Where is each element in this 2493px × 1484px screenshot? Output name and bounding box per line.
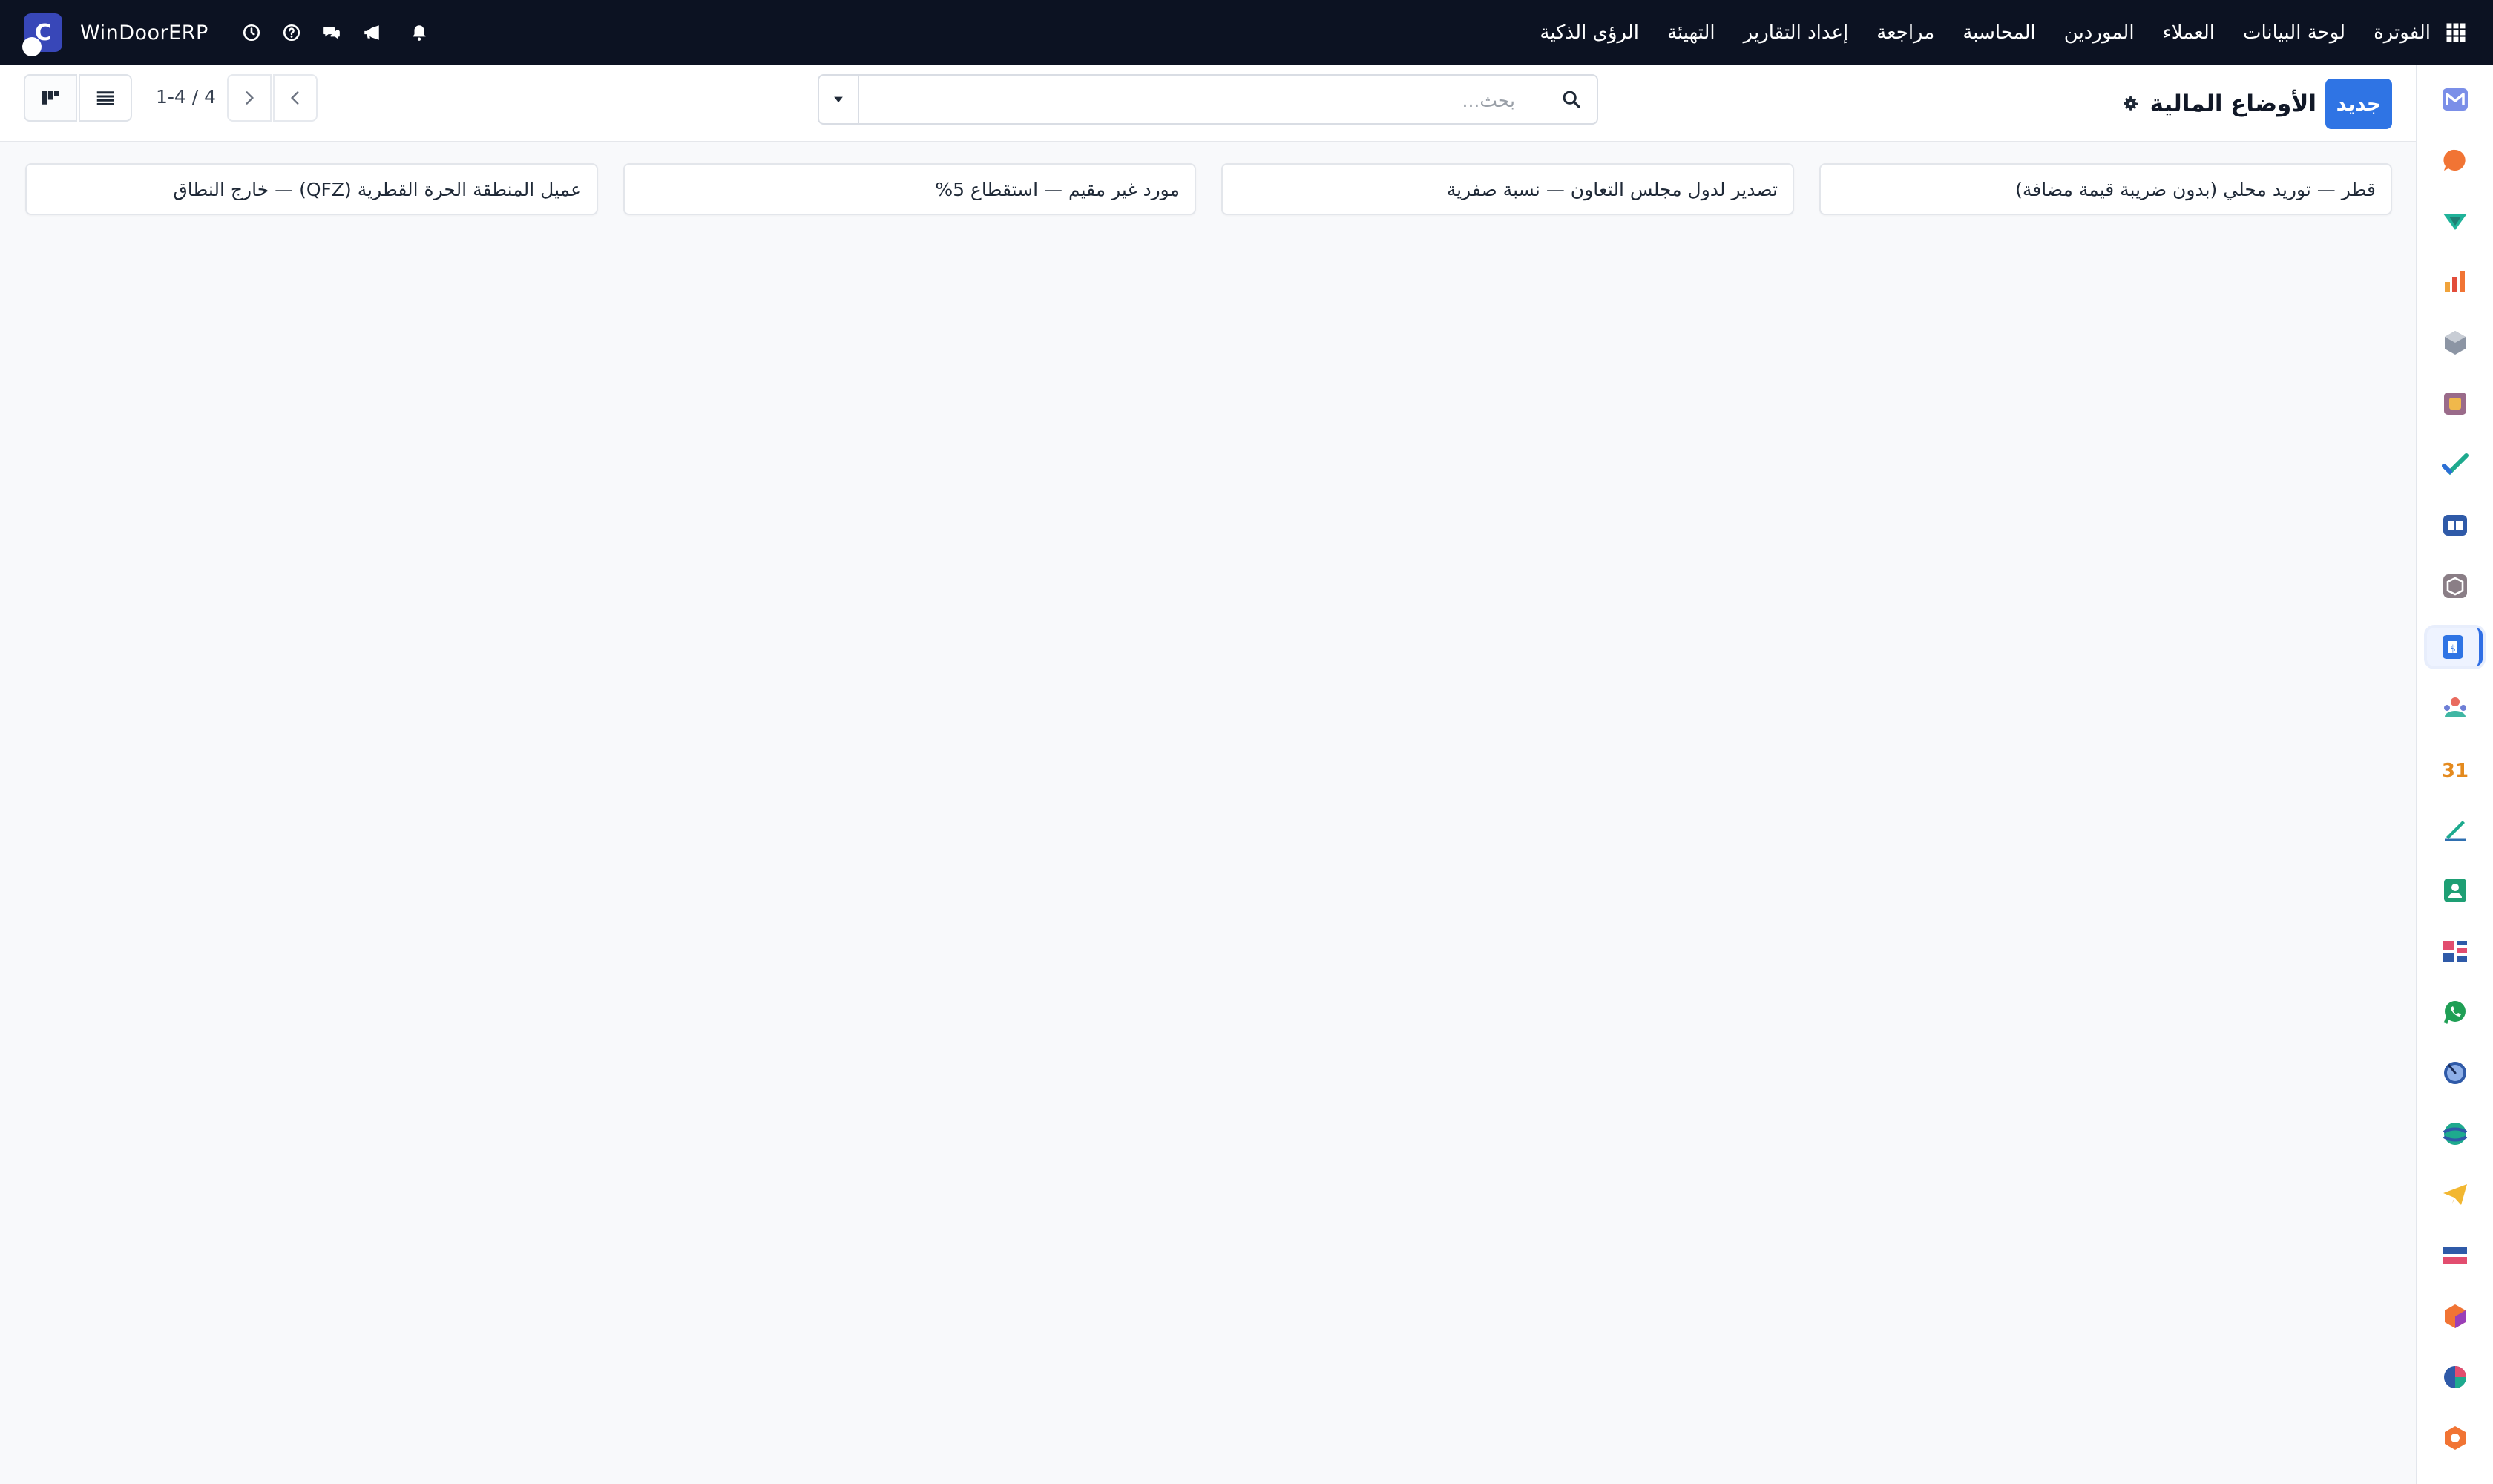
kanban-card[interactable]: عميل المنطقة الحرة القطرية (QFZ) — خارج …	[25, 163, 598, 215]
accounting-icon[interactable]: $	[2427, 628, 2483, 666]
inventory-icon[interactable]	[2436, 324, 2474, 362]
brand-logo-dot	[22, 37, 42, 56]
search-input[interactable]	[861, 76, 1517, 125]
calendar-icon[interactable]: 31	[2436, 749, 2474, 788]
card-title: قطر — توريد محلي (بدون ضريبة قيمة مضافة)	[2015, 178, 2376, 200]
reports-icon[interactable]	[2436, 263, 2474, 301]
menu-configuration[interactable]: التهيئة	[1667, 22, 1715, 44]
contacts-icon[interactable]	[2436, 871, 2474, 910]
menu-reporting[interactable]: إعداد التقارير	[1744, 22, 1849, 44]
help-icon[interactable]	[275, 16, 308, 49]
products-icon[interactable]	[2436, 384, 2474, 423]
whatsapp-icon[interactable]	[2436, 993, 2474, 1031]
todo-icon[interactable]	[2436, 445, 2474, 484]
pager-previous-button[interactable]	[273, 74, 318, 122]
menu-vendors[interactable]: الموردين	[2064, 22, 2135, 44]
discuss-icon[interactable]	[2436, 141, 2474, 180]
timer-icon[interactable]	[2436, 1054, 2474, 1092]
pager-next-button[interactable]	[227, 74, 272, 122]
svg-text:$: $	[2450, 643, 2456, 654]
kanban-card[interactable]: مورد غير مقيم — استقطاع 5%	[623, 163, 1196, 215]
dashboards-icon[interactable]	[2436, 932, 2474, 971]
menu-customers[interactable]: العملاء	[2163, 22, 2215, 44]
bell-icon[interactable]	[403, 16, 436, 49]
search-options-toggle[interactable]	[819, 76, 859, 123]
top-navbar: C WinDoorERP الفوترة لوحة البيانات العمل…	[0, 0, 2493, 65]
kanban-card[interactable]: تصدير لدول مجلس التعاون — نسبة صفرية	[1221, 163, 1794, 215]
card-title: مورد غير مقيم — استقطاع 5%	[935, 178, 1180, 200]
megaphone-icon[interactable]	[355, 16, 388, 49]
navbar-left: C WinDoorERP	[22, 0, 436, 65]
app-sidebar: $31	[2416, 65, 2493, 1484]
pie-icon[interactable]	[2436, 1358, 2474, 1396]
card-title: تصدير لدول مجلس التعاون — نسبة صفرية	[1446, 178, 1778, 200]
systray	[228, 16, 436, 49]
card-title: عميل المنطقة الحرة القطرية (QFZ) — خارج …	[173, 178, 582, 200]
chat-icon[interactable]	[315, 16, 348, 49]
menu-invoicing[interactable]: الفوترة	[2374, 22, 2431, 44]
packages-icon[interactable]	[2436, 567, 2474, 605]
list-icon	[96, 91, 114, 105]
kanban-icon	[42, 91, 59, 105]
knowledge-icon[interactable]	[2436, 506, 2474, 545]
gear-icon[interactable]	[2121, 93, 2141, 114]
kanban-view-button[interactable]	[24, 74, 77, 122]
apps-grid-icon[interactable]	[2441, 18, 2471, 47]
chevron-left-icon	[290, 91, 299, 105]
caret-down-icon	[834, 96, 843, 103]
sign-icon[interactable]	[2436, 202, 2474, 240]
gmail-icon[interactable]	[2436, 80, 2474, 119]
activity-clock-icon[interactable]	[235, 16, 268, 49]
menu-accounting[interactable]: المحاسبة	[1962, 22, 2035, 44]
company-name[interactable]: WinDoorERP	[80, 22, 208, 45]
modules-icon[interactable]	[2436, 1297, 2474, 1336]
settings-icon[interactable]	[2436, 1419, 2474, 1457]
employees-icon[interactable]	[2436, 689, 2474, 727]
search-icon[interactable]	[1557, 85, 1586, 114]
telegram-icon[interactable]	[2436, 1175, 2474, 1214]
svg-text:31: 31	[2442, 760, 2469, 782]
breadcrumb: الأوضاع المالية	[2121, 82, 2316, 126]
page-title: الأوضاع المالية	[2149, 91, 2316, 117]
website-icon[interactable]	[2436, 1114, 2474, 1153]
navbar-menu: الفوترة لوحة البيانات العملاء الموردين ا…	[1511, 0, 2471, 65]
kanban-card[interactable]: قطر — توريد محلي (بدون ضريبة قيمة مضافة)	[1819, 163, 2392, 215]
new-button[interactable]: جديد	[2325, 79, 2392, 129]
menu-review[interactable]: مراجعة	[1876, 22, 1934, 44]
menu-dashboard[interactable]: لوحة البيانات	[2243, 22, 2345, 44]
list-view-button[interactable]	[79, 74, 132, 122]
search-box	[818, 74, 1598, 125]
chevron-right-icon	[246, 91, 254, 105]
sketch-icon[interactable]	[2436, 810, 2474, 849]
cards-icon[interactable]	[2436, 1236, 2474, 1275]
control-panel: جديد الأوضاع المالية 1-4 / 4	[0, 65, 2416, 142]
menu-smart-insights[interactable]: الرؤى الذكية	[1540, 22, 1639, 44]
pager-value[interactable]: 1-4 / 4	[156, 86, 216, 108]
brand-logo[interactable]: C	[22, 13, 62, 56]
